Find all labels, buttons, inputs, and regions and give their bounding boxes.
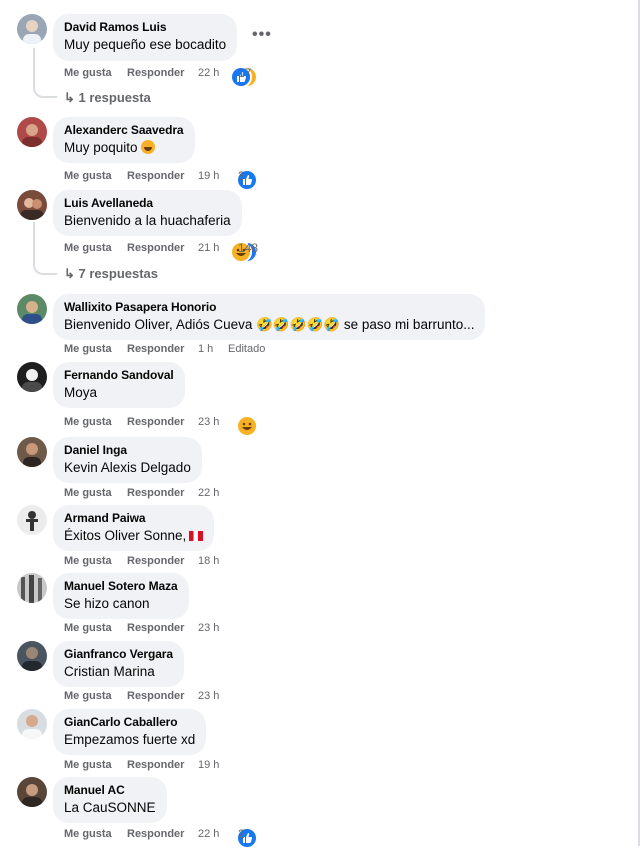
comment-author[interactable]: Manuel Sotero Maza	[64, 579, 178, 594]
reply-button[interactable]: Responder	[127, 689, 184, 703]
reply-button[interactable]: Responder	[127, 241, 184, 255]
like-button[interactable]: Me gusta	[64, 66, 112, 80]
timestamp[interactable]: 19 h	[198, 169, 219, 183]
timestamp[interactable]: 1 h	[198, 342, 213, 356]
timestamp[interactable]: 23 h	[198, 621, 219, 635]
avatar[interactable]	[17, 777, 47, 807]
reply-button[interactable]: Responder	[127, 758, 184, 772]
comment-bubble: Wallixito Pasapera Honorio Bienvenido Ol…	[53, 294, 486, 340]
reply-button[interactable]: Responder	[127, 621, 184, 635]
comment-text: Empezamos fuerte xd	[64, 732, 196, 747]
comment-bubble: Luis Avellaneda Bienvenido a la huachafe…	[53, 190, 242, 236]
timestamp[interactable]: 22 h	[198, 66, 219, 80]
like-button[interactable]: Me gusta	[64, 342, 112, 356]
comment-author[interactable]: Armand Paiwa	[64, 511, 203, 526]
reply-button[interactable]: Responder	[127, 486, 184, 500]
comment-author[interactable]: Luis Avellaneda	[64, 196, 231, 211]
comment-author[interactable]: Daniel Inga	[64, 443, 191, 458]
like-button[interactable]: Me gusta	[64, 758, 112, 772]
replies-count: 1 respuesta	[78, 90, 151, 105]
replies-count: 7 respuestas	[78, 266, 159, 281]
comment-text: Bienvenido Oliver, Adiós Cueva 🤣🤣🤣🤣🤣 se …	[64, 317, 475, 332]
comment-text-content: Muy poquito	[64, 140, 138, 155]
timestamp[interactable]: 19 h	[198, 758, 219, 772]
avatar[interactable]	[17, 117, 47, 147]
comment-text: Muy poquito	[64, 139, 184, 157]
avatar[interactable]	[17, 294, 47, 324]
avatar[interactable]	[17, 641, 47, 671]
like-button[interactable]: Me gusta	[64, 689, 112, 703]
comment-bubble: Manuel Sotero Maza Se hizo canon	[53, 573, 189, 619]
avatar[interactable]	[17, 190, 47, 220]
peru-flag-icon	[189, 531, 204, 541]
timestamp[interactable]: 21 h	[198, 241, 219, 255]
reaction-count: 17	[238, 66, 252, 80]
like-button[interactable]: Me gusta	[64, 621, 112, 635]
view-replies-link[interactable]: ↳ 7 respuestas	[64, 266, 158, 282]
reply-button[interactable]: Responder	[127, 554, 184, 568]
reply-button[interactable]: Responder	[127, 342, 184, 356]
reaction-count: 148	[238, 241, 259, 255]
avatar[interactable]	[17, 505, 47, 535]
like-button[interactable]: Me gusta	[64, 827, 112, 841]
comment-text: Éxitos Oliver Sonne,	[64, 527, 204, 545]
comment-bubble: Gianfranco Vergara Cristian Marina	[53, 641, 184, 687]
comment-author[interactable]: David Ramos Luis	[64, 20, 226, 35]
haha-reaction-icon	[236, 415, 258, 437]
comment-text: Moya	[64, 385, 98, 400]
reply-button[interactable]: Responder	[127, 66, 184, 80]
timestamp[interactable]: 22 h	[198, 486, 219, 500]
comment-bubble: GianCarlo Caballero Empezamos fuerte xd	[53, 709, 207, 755]
more-options-icon[interactable]: •••	[252, 26, 272, 44]
reply-button[interactable]: Responder	[127, 827, 184, 841]
reply-button[interactable]: Responder	[127, 169, 184, 183]
comment-text: Kevin Alexis Delgado	[64, 460, 191, 475]
avatar[interactable]	[17, 573, 47, 603]
avatar[interactable]	[17, 437, 47, 467]
comment-text: Cristian Marina	[64, 664, 155, 679]
avatar[interactable]	[17, 14, 47, 44]
comment-author[interactable]: Alexanderc Saavedra	[64, 123, 184, 138]
comment-author[interactable]: Wallixito Pasapera Honorio	[64, 300, 474, 315]
edited-label: Editado	[228, 343, 266, 355]
reply-thread-line	[33, 48, 57, 98]
reply-thread-line	[33, 222, 57, 275]
reaction-count: 2	[238, 827, 245, 841]
timestamp[interactable]: 18 h	[198, 554, 219, 568]
timestamp[interactable]: 23 h	[198, 689, 219, 703]
comment-text: Muy pequeño ese bocadito	[64, 37, 227, 52]
comment-author[interactable]: Gianfranco Vergara	[64, 647, 173, 662]
like-button[interactable]: Me gusta	[64, 554, 112, 568]
like-button[interactable]: Me gusta	[64, 415, 112, 429]
timestamp[interactable]: 22 h	[198, 827, 219, 841]
comment-bubble: Daniel Inga Kevin Alexis Delgado	[53, 437, 202, 483]
smile-emoji-icon	[141, 140, 156, 154]
comment-bubble: Armand Paiwa Éxitos Oliver Sonne,	[53, 505, 215, 551]
avatar[interactable]	[17, 362, 47, 392]
comment-author[interactable]: Fernando Sandoval	[64, 368, 174, 383]
comment-bubble: Manuel AC La CauSONNE	[53, 777, 167, 823]
like-button[interactable]: Me gusta	[64, 169, 112, 183]
view-replies-link[interactable]: ↳ 1 respuesta	[64, 90, 151, 106]
comment-author[interactable]: GianCarlo Caballero	[64, 715, 195, 730]
like-button[interactable]: Me gusta	[64, 486, 112, 500]
comment-text-content: Éxitos Oliver Sonne,	[64, 528, 187, 543]
like-button[interactable]: Me gusta	[64, 241, 112, 255]
reaction-count: 3	[238, 169, 245, 183]
avatar[interactable]	[17, 709, 47, 739]
comment-text: La CauSONNE	[64, 800, 156, 815]
reply-button[interactable]: Responder	[127, 415, 184, 429]
comment-bubble: David Ramos Luis Muy pequeño ese bocadit…	[53, 14, 238, 61]
comment-text: Se hizo canon	[64, 596, 150, 611]
timestamp[interactable]: 23 h	[198, 415, 219, 429]
comment-bubble: Fernando Sandoval Moya	[53, 362, 185, 408]
comment-author[interactable]: Manuel AC	[64, 783, 156, 798]
comment-bubble: Alexanderc Saavedra Muy poquito	[53, 117, 195, 163]
comment-text: Bienvenido a la huachaferia	[64, 213, 231, 228]
